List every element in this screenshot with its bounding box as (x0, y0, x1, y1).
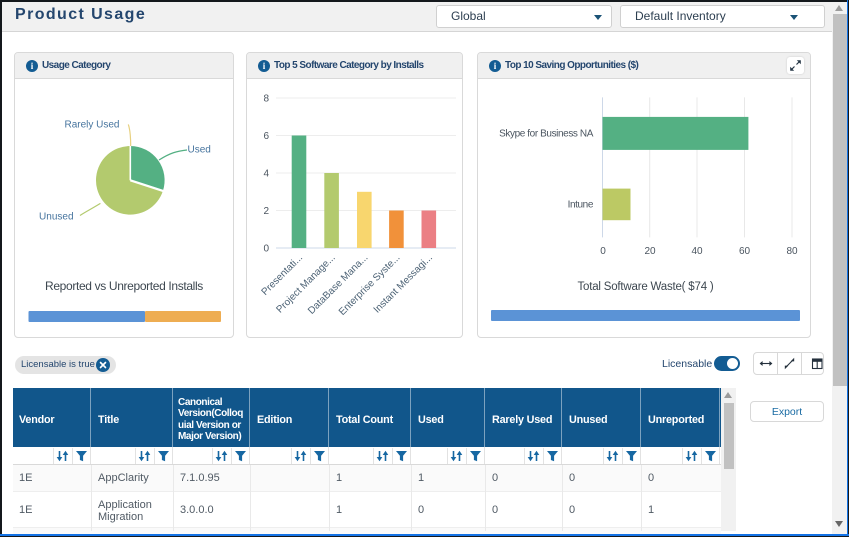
svg-text:Intune: Intune (568, 200, 594, 211)
svg-text:6: 6 (263, 131, 269, 142)
svg-text:Instant Messagi...: Instant Messagi... (372, 252, 435, 315)
svg-text:0: 0 (263, 244, 269, 255)
svg-text:60: 60 (739, 246, 751, 257)
svg-text:40: 40 (691, 246, 703, 257)
svg-text:Project Manage...: Project Manage... (275, 252, 338, 315)
svg-text:4: 4 (263, 169, 269, 180)
svg-text:2: 2 (263, 206, 269, 217)
svg-text:Enterprise Syste...: Enterprise Syste... (337, 252, 403, 318)
svg-text:8: 8 (263, 94, 269, 105)
svg-text:Rarely Used: Rarely Used (64, 120, 119, 131)
svg-text:DataBase Mana...: DataBase Mana... (306, 252, 370, 316)
svg-text:80: 80 (786, 246, 798, 257)
svg-text:Unused: Unused (39, 212, 73, 223)
svg-text:Reported vs Unreported Install: Reported vs Unreported Installs (45, 279, 203, 293)
svg-text:20: 20 (644, 246, 656, 257)
svg-text:Used: Used (188, 145, 211, 156)
svg-text:Total Software Waste( $74 ): Total Software Waste( $74 ) (577, 281, 713, 293)
svg-text:0: 0 (600, 246, 606, 257)
svg-text:Skype for Business NA: Skype for Business NA (499, 129, 594, 140)
